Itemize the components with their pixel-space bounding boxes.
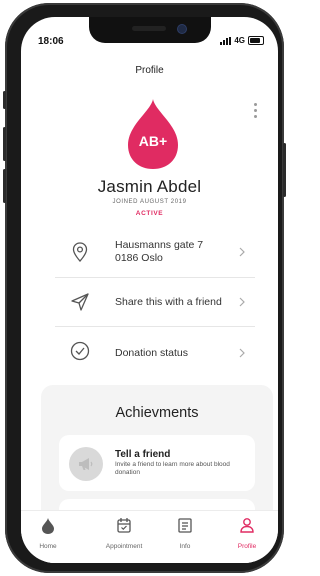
address-line-1: Hausmanns gate 7: [115, 239, 204, 251]
calendar-check-icon: [117, 518, 131, 533]
address-row[interactable]: Hausmanns gate 7 0186 Oslo: [55, 227, 255, 278]
card-title: Tell a friend: [115, 449, 171, 460]
chevron-right-icon: [239, 247, 245, 257]
page-title: Profile: [135, 65, 164, 76]
location-pin-icon: [72, 242, 88, 262]
tab-label: Info: [179, 543, 191, 550]
tab-profile[interactable]: Profile: [222, 515, 272, 550]
check-circle-icon: [70, 341, 90, 361]
tab-appointment[interactable]: Appointment: [91, 515, 157, 550]
tab-bar: Home Appointment Info Profile: [21, 510, 278, 563]
achievements-title: Achievments: [115, 405, 199, 421]
drop-icon: [42, 518, 54, 534]
signal-icon: [220, 36, 232, 45]
phone-frame: 18:06 4G Profile AB+ Jasmin Abdel JOINED…: [3, 3, 286, 573]
donation-status-label: Donation status: [115, 347, 188, 359]
chevron-right-icon: [239, 348, 245, 358]
status-time: 18:06: [38, 36, 64, 47]
tab-home[interactable]: Home: [23, 515, 73, 550]
document-icon: [178, 518, 192, 533]
notch: [89, 17, 211, 43]
tab-label: Profile: [237, 543, 257, 550]
tab-label: Appointment: [105, 543, 143, 550]
battery-icon: [248, 36, 264, 45]
address-line-2: 0186 Oslo: [115, 252, 163, 264]
tell-a-friend-card[interactable]: Tell a friend Invite a friend to learn m…: [59, 435, 255, 491]
megaphone-icon: [69, 447, 103, 481]
tab-info[interactable]: Info: [160, 515, 210, 550]
person-icon: [240, 518, 254, 533]
donation-status-row[interactable]: Donation status: [55, 327, 255, 375]
blood-drop-avatar: AB+: [126, 97, 180, 171]
user-name: Jasmin Abdel: [97, 177, 202, 196]
chevron-right-icon: [239, 297, 245, 307]
status-badge: ACTIVE: [135, 210, 164, 217]
tab-label: Home: [39, 543, 57, 550]
share-row[interactable]: Share this with a friend: [55, 278, 255, 327]
app-screen: 18:06 4G Profile AB+ Jasmin Abdel JOINED…: [21, 17, 278, 563]
card-description: Invite a friend to learn more about bloo…: [115, 461, 230, 476]
blood-type: AB+: [138, 133, 168, 149]
paper-plane-icon: [71, 293, 89, 311]
more-options-icon[interactable]: [254, 103, 258, 118]
joined-date: JOINED AUGUST 2019: [112, 199, 187, 205]
network-label: 4G: [234, 36, 245, 45]
share-label: Share this with a friend: [115, 296, 222, 308]
